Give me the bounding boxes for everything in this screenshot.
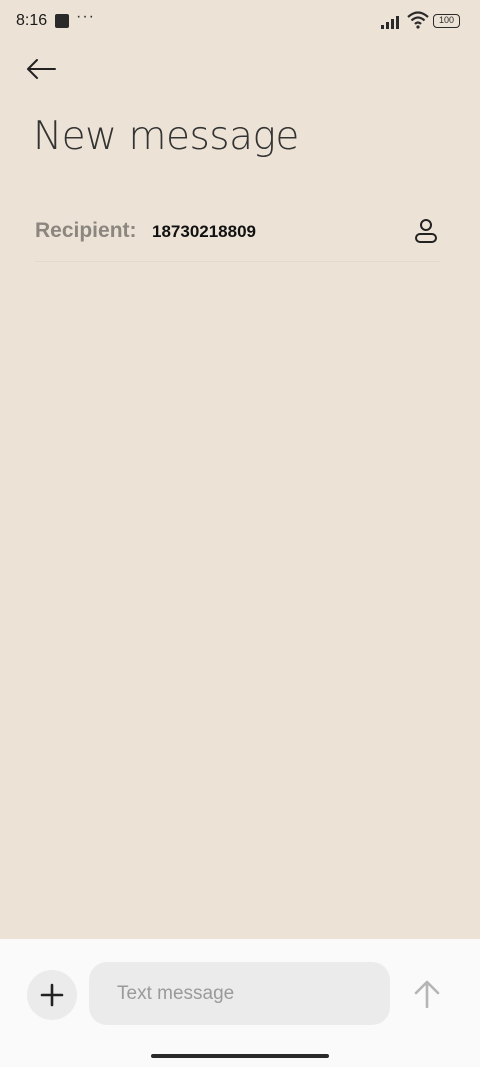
send-button[interactable]	[410, 977, 444, 1011]
battery-icon: 100	[433, 14, 460, 28]
compose-bar	[0, 939, 480, 1049]
screen: 8:16 ··· 100 New message Recipient: 1873…	[0, 0, 480, 1067]
signal-icon	[381, 16, 399, 29]
plus-icon	[40, 983, 64, 1007]
recipient-input[interactable]: 18730218809	[152, 222, 256, 242]
arrow-up-icon	[414, 980, 440, 1008]
status-time: 8:16	[16, 12, 48, 29]
status-bar: 8:16 ··· 100	[0, 0, 480, 44]
recipient-row[interactable]: Recipient: 18730218809	[35, 206, 440, 262]
battery-level: 100	[438, 15, 455, 25]
back-button[interactable]	[24, 54, 58, 84]
person-icon	[415, 219, 437, 243]
page-title: New message	[33, 114, 299, 159]
recipient-label: Recipient:	[35, 219, 137, 242]
more-notifications-icon: ···	[76, 8, 95, 25]
message-input[interactable]	[89, 962, 390, 1025]
navigation-bar	[0, 1049, 480, 1067]
notification-square-icon	[55, 14, 69, 28]
arrow-left-icon	[27, 59, 56, 79]
add-contact-button[interactable]	[412, 217, 440, 245]
home-indicator[interactable]	[151, 1054, 329, 1058]
wifi-icon	[407, 11, 429, 29]
attach-button[interactable]	[27, 970, 77, 1020]
